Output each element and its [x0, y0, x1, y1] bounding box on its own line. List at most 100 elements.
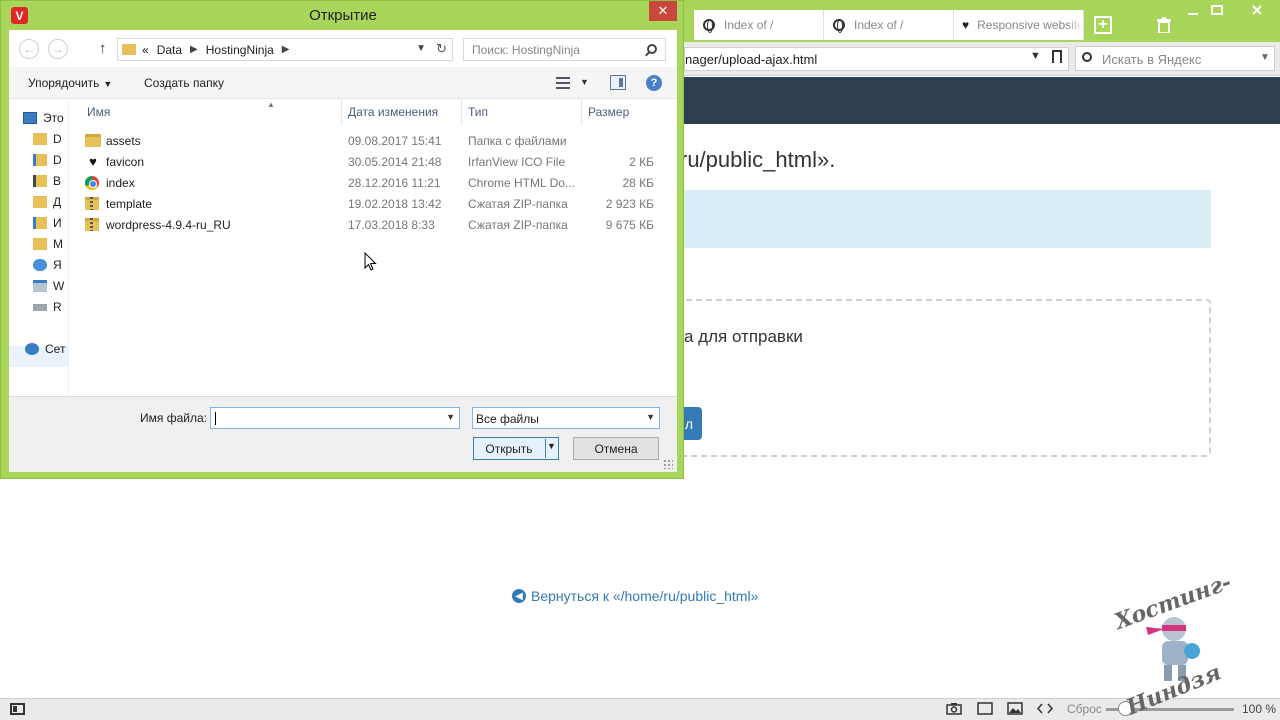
dialog-toolbar: Упорядочить ▼ Создать папку ▼ ?: [9, 67, 677, 99]
dialog-footer: Имя файла: ▼ Все файлы ▼ Открыть ▼ Отмен…: [9, 396, 677, 472]
file-size: 9 675 КБ: [605, 217, 654, 232]
breadcrumb-overflow[interactable]: «: [142, 43, 149, 57]
file-drop-zone[interactable]: [672, 299, 1211, 457]
drive-icon: [33, 303, 47, 311]
column-name[interactable]: Имя: [87, 105, 110, 119]
file-date: 17.03.2018 8:33: [348, 217, 435, 232]
cloud-icon: [33, 259, 47, 271]
folder-icon: [33, 133, 47, 145]
nav-item-folder-2[interactable]: D: [33, 151, 62, 169]
forward-button[interactable]: →: [48, 39, 68, 59]
file-name: index: [106, 175, 135, 190]
nav-item-network[interactable]: Сет: [25, 340, 65, 358]
dialog-titlebar[interactable]: V Открытие ✕: [1, 1, 685, 30]
nav-item-this-pc[interactable]: Это: [23, 109, 64, 127]
column-type[interactable]: Тип: [468, 105, 488, 119]
new-folder-button[interactable]: Создать папку: [144, 76, 224, 90]
file-type: IrfanView ICO File: [468, 154, 566, 169]
sort-ascending-icon: ▲: [267, 100, 275, 109]
nav-item-folder-3[interactable]: В: [33, 172, 61, 190]
tiling-icon[interactable]: [977, 702, 993, 718]
back-button[interactable]: ←: [19, 39, 39, 59]
chevron-down-icon[interactable]: ▼: [580, 77, 589, 87]
browser-close-button[interactable]: [1240, 0, 1274, 20]
panel-toggle-icon[interactable]: [10, 703, 25, 715]
file-name: template: [106, 196, 153, 211]
nav-item-folder-1[interactable]: D: [33, 130, 62, 148]
file-row[interactable]: ♥ favicon 30.05.2014 21:48 IrfanView ICO …: [69, 151, 669, 172]
network-icon: [25, 343, 39, 355]
organize-button[interactable]: Упорядочить ▼: [28, 76, 112, 90]
chrome-icon: [85, 175, 99, 190]
trash-icon[interactable]: [1156, 16, 1172, 34]
nav-item-folder-4[interactable]: Д: [33, 193, 61, 211]
new-tab-button[interactable]: +: [1094, 16, 1112, 34]
cancel-button[interactable]: Отмена: [573, 437, 659, 460]
open-file-dialog: V Открытие ✕ ← → ↑ « Data ▶ HostingNinja…: [0, 0, 684, 479]
chevron-down-icon[interactable]: ▼: [446, 412, 455, 422]
mouse-cursor-icon: [364, 252, 377, 271]
zip-icon: [85, 218, 99, 231]
nav-item-windows-drive[interactable]: W: [33, 277, 64, 295]
chevron-down-icon[interactable]: ▼: [547, 441, 556, 451]
browser-tab-index-1[interactable]: Index of /: [694, 10, 824, 40]
chevron-right-icon[interactable]: ▶: [282, 44, 290, 55]
file-name: wordpress-4.9.4-ru_RU: [106, 217, 231, 232]
organize-label: Упорядочить: [28, 76, 100, 90]
nav-item-folder-5[interactable]: И: [33, 214, 62, 232]
breadcrumb-item-data[interactable]: Data: [157, 43, 182, 57]
camera-icon[interactable]: [946, 702, 962, 718]
back-link[interactable]: ◀ Вернуться к «/home/ru/public_html»: [512, 588, 758, 604]
view-options-icon[interactable]: [556, 77, 570, 89]
file-row[interactable]: template 19.02.2018 13:42 Сжатая ZIP-пап…: [69, 193, 669, 214]
open-button[interactable]: Открыть ▼: [473, 437, 559, 460]
file-type: Папка с файлами: [468, 133, 567, 148]
file-date: 30.05.2014 21:48: [348, 154, 442, 169]
chevron-down-icon[interactable]: ▼: [1260, 52, 1270, 63]
folder-search-input[interactable]: Поиск: HostingNinja: [463, 38, 666, 61]
chevron-down-icon[interactable]: ▼: [1030, 50, 1041, 62]
computer-icon: [23, 112, 37, 124]
nav-item-yandex-disk[interactable]: Я: [33, 256, 62, 274]
chevron-down-icon[interactable]: ▼: [416, 43, 426, 54]
folder-icon: [33, 154, 47, 166]
image-icon[interactable]: [1007, 702, 1023, 718]
resize-grip-icon[interactable]: [663, 459, 673, 469]
column-size[interactable]: Размер: [588, 105, 629, 119]
address-input[interactable]: nager/upload-ajax.html: [684, 47, 1069, 71]
search-icon: [1082, 52, 1092, 62]
browser-search-input[interactable]: Искать в Яндекс: [1075, 46, 1275, 71]
zip-icon: [85, 197, 99, 210]
file-date: 19.02.2018 13:42: [348, 196, 442, 211]
refresh-icon[interactable]: ↻: [436, 41, 447, 57]
file-row[interactable]: assets 09.08.2017 15:41 Папка с файлами: [69, 130, 669, 151]
file-name: assets: [106, 133, 141, 148]
arrow-up-icon[interactable]: ↑: [99, 40, 107, 57]
bookmark-icon[interactable]: [1052, 50, 1062, 63]
windows-drive-icon: [33, 280, 47, 292]
preview-pane-icon[interactable]: [610, 75, 626, 90]
file-date: 28.12.2016 11:21: [348, 175, 441, 190]
tab-label: Index of /: [724, 18, 774, 32]
file-row[interactable]: index 28.12.2016 11:21 Chrome HTML Do...…: [69, 172, 669, 193]
column-date[interactable]: Дата изменения: [348, 105, 438, 119]
nav-item-folder-6[interactable]: М: [33, 235, 63, 253]
nav-item-drive[interactable]: R: [33, 298, 62, 316]
file-row[interactable]: wordpress-4.9.4-ru_RU 17.03.2018 8:33 Сж…: [69, 214, 669, 235]
chevron-right-icon[interactable]: ▶: [190, 44, 198, 55]
filetype-select[interactable]: Все файлы ▼: [472, 407, 660, 429]
dialog-close-button[interactable]: ✕: [649, 1, 677, 21]
code-icon[interactable]: [1036, 702, 1054, 718]
breadcrumb[interactable]: « Data ▶ HostingNinja ▶ ▼ ↻: [117, 38, 453, 61]
file-type: Сжатая ZIP-папка: [468, 196, 568, 211]
breadcrumb-item-hostingninja[interactable]: HostingNinja: [206, 43, 274, 57]
drop-zone-text: а для отправки: [684, 327, 803, 346]
zoom-reset-label[interactable]: Сброс: [1067, 702, 1102, 716]
browser-tab-index-2[interactable]: Index of /: [824, 10, 954, 40]
help-icon[interactable]: ?: [646, 75, 662, 91]
browser-tab-responsive[interactable]: ♥ Responsive website: [954, 10, 1084, 40]
maximize-button[interactable]: [1200, 0, 1234, 20]
dialog-title: Открытие: [309, 7, 377, 24]
filename-input[interactable]: ▼: [210, 407, 460, 429]
file-type: Chrome HTML Do...: [468, 175, 575, 190]
